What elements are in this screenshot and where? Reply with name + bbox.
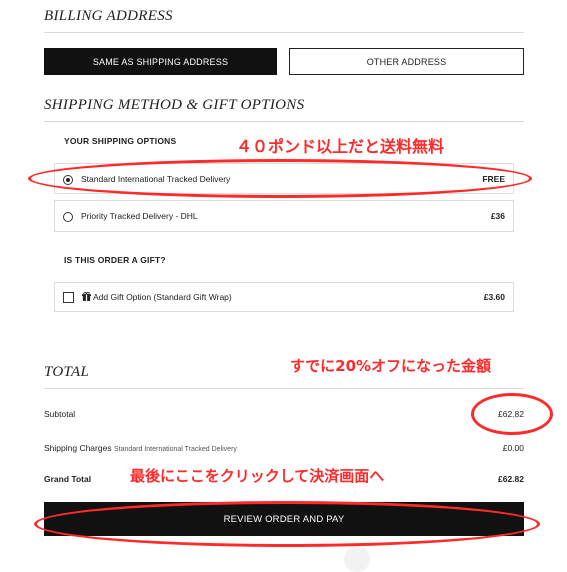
subtotal-label: Subtotal (44, 409, 76, 419)
free-shipping-annotation: ４０ポンド以上だと送料無料 (236, 137, 445, 156)
checkout-annotation: 最後にここをクリックして決済画面へ (130, 467, 385, 485)
subtotal-highlight-oval (471, 393, 553, 435)
gift-option-label: Add Gift Option (Standard Gift Wrap) (93, 292, 232, 302)
review-button-highlight-oval (34, 501, 540, 547)
billing-address-title: BILLING ADDRESS (44, 8, 173, 24)
shipping-option-dhl-radio[interactable] (63, 212, 73, 222)
free-shipping-highlight-oval (28, 159, 532, 198)
grand-total-value: £62.82 (498, 474, 524, 484)
shipping-options-label: YOUR SHIPPING OPTIONS (64, 136, 177, 146)
shipping-charges-text: Shipping Charges (44, 443, 112, 453)
shipping-method-title: SHIPPING METHOD & GIFT OPTIONS (44, 97, 305, 113)
shipping-option-dhl[interactable]: Priority Tracked Delivery - DHL £36 (54, 200, 514, 232)
discount-annotation: すでに20%オフになった金額 (290, 357, 492, 375)
shipping-option-dhl-price: £36 (490, 211, 505, 221)
total-divider (44, 388, 524, 389)
shipping-charges-label: Shipping Charges Standard International … (44, 443, 237, 453)
gift-option-price: £3.60 (483, 292, 505, 302)
other-address-button[interactable]: OTHER ADDRESS (289, 48, 524, 75)
gift-icon (82, 291, 91, 303)
gift-question-label: IS THIS ORDER A GIFT? (64, 255, 166, 265)
scroll-indicator (344, 546, 370, 572)
same-as-shipping-button[interactable]: SAME AS SHIPPING ADDRESS (44, 48, 277, 75)
total-title: TOTAL (44, 364, 90, 380)
shipping-option-dhl-label: Priority Tracked Delivery - DHL (81, 211, 198, 221)
shipping-charges-value: £0.00 (502, 443, 524, 453)
gift-option-row[interactable]: Add Gift Option (Standard Gift Wrap) £3.… (54, 282, 514, 312)
shipping-divider (44, 121, 524, 122)
billing-divider (44, 32, 524, 33)
shipping-method-note: Standard International Tracked Delivery (113, 446, 237, 453)
gift-option-checkbox[interactable] (63, 292, 74, 303)
grand-total-label: Grand Total (44, 474, 92, 484)
